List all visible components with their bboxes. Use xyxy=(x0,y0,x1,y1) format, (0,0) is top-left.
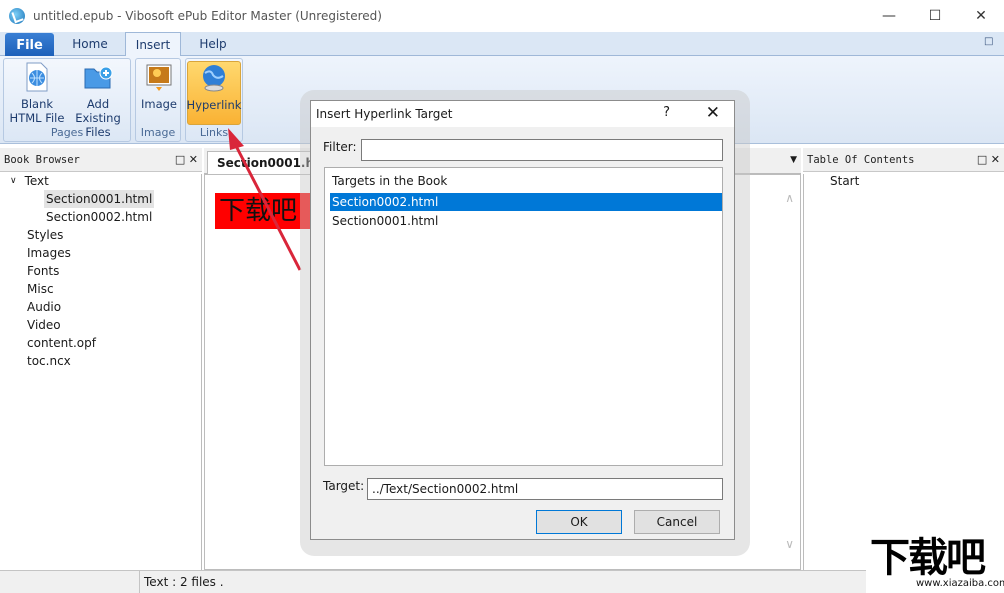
tree-item-section0001[interactable]: Section0001.html xyxy=(44,190,155,208)
targets-list: Targets in the Book Section0002.html Sec… xyxy=(324,167,723,466)
ribbon-group-links: Hyperlink Links xyxy=(185,58,243,142)
dialog-close-icon[interactable]: ✕ xyxy=(706,103,720,123)
editor-red-text-block: 下载吧 xyxy=(215,193,311,229)
book-browser-header: Book Browser □ ✕ xyxy=(0,148,202,172)
tree-item-fonts[interactable]: Fonts xyxy=(25,262,61,280)
maximize-icon: ☐ xyxy=(928,8,942,24)
target-input[interactable]: ../Text/Section0002.html xyxy=(367,478,723,500)
image-icon xyxy=(146,64,172,91)
tree-item-toc-ncx[interactable]: toc.ncx xyxy=(25,352,73,370)
toc-pane: Start xyxy=(803,174,1004,570)
image-group-label: Image xyxy=(140,126,176,139)
links-group-label: Links xyxy=(199,126,229,139)
scroll-down-icon[interactable]: ∨ xyxy=(785,537,794,551)
title-bar: untitled.epub - Vibosoft ePub Editor Mas… xyxy=(0,0,1004,32)
add-line1: Add xyxy=(86,97,110,111)
filter-input[interactable] xyxy=(361,139,723,161)
window-title: untitled.epub - Vibosoft ePub Editor Mas… xyxy=(33,9,382,23)
dialog-title: Insert Hyperlink Target xyxy=(316,107,453,121)
window-controls: — ☐ ✕ xyxy=(866,0,1004,32)
add-folder-icon xyxy=(84,66,113,89)
blank-page-icon xyxy=(26,62,48,92)
book-browser-controls[interactable]: □ ✕ xyxy=(175,153,198,166)
blank-html-file-button[interactable]: Blank HTML File xyxy=(8,61,66,125)
tree-item-label: Text xyxy=(24,174,49,188)
ribbon-group-pages: Blank HTML File Add Existing Files Pages xyxy=(3,58,131,142)
tab-help[interactable]: Help xyxy=(186,32,240,56)
toc-controls[interactable]: □ ✕ xyxy=(977,153,1000,166)
target-item-section0002[interactable]: Section0002.html xyxy=(330,193,722,211)
book-browser-tree: ∨ Text Section0001.html Section0002.html… xyxy=(0,174,202,570)
tab-list-dropdown-icon[interactable]: ▼ xyxy=(790,155,797,165)
image-button[interactable]: Image xyxy=(138,61,180,111)
hyperlink-globe-icon xyxy=(203,65,225,92)
app-icon xyxy=(9,8,25,24)
hyperlink-button-label: Hyperlink xyxy=(186,98,242,112)
close-icon: ✕ xyxy=(975,8,987,24)
target-label: Target: xyxy=(323,479,365,493)
image-button-label: Image xyxy=(140,97,178,111)
ribbon-tab-bar: File Home Insert Help □ xyxy=(0,32,1004,57)
tree-item-section0002[interactable]: Section0002.html xyxy=(44,208,154,226)
tree-item-images[interactable]: Images xyxy=(25,244,73,262)
filter-label: Filter: xyxy=(323,140,357,154)
status-text: Text : 2 files . xyxy=(144,575,224,589)
status-bar: Text : 2 files . xyxy=(0,570,1004,593)
targets-list-header: Targets in the Book xyxy=(332,174,448,188)
hyperlink-button[interactable]: Hyperlink xyxy=(187,61,241,125)
watermark-logo: 下载吧 www.xiazaiba.com xyxy=(866,536,1004,593)
blank-line2: HTML File xyxy=(9,111,65,125)
toc-item-start[interactable]: Start xyxy=(828,172,861,190)
blank-line1: Blank xyxy=(20,97,54,111)
tree-item-video[interactable]: Video xyxy=(25,316,63,334)
pages-group-label: Pages xyxy=(50,126,84,139)
watermark-main: 下载吧 xyxy=(870,535,986,581)
tab-file[interactable]: File xyxy=(5,33,54,57)
chevron-down-icon[interactable]: ∨ xyxy=(10,176,17,186)
close-window-button[interactable]: ✕ xyxy=(958,0,1004,32)
ribbon-group-image: Image Image xyxy=(135,58,181,142)
status-left-cell xyxy=(0,571,140,593)
help-icon[interactable]: ? xyxy=(663,105,670,120)
watermark-url: www.xiazaiba.com xyxy=(916,578,1004,589)
maximize-button[interactable]: ☐ xyxy=(912,0,958,32)
toc-title: Table Of Contents xyxy=(807,153,915,166)
dialog-title-bar: Insert Hyperlink Target ? ✕ xyxy=(311,101,734,127)
target-item-section0001[interactable]: Section0001.html xyxy=(330,212,722,230)
tree-item-text[interactable]: ∨ Text xyxy=(8,172,51,190)
scroll-up-icon[interactable]: ∧ xyxy=(785,191,794,205)
ok-button[interactable]: OK xyxy=(536,510,622,534)
ribbon-collapse-icon[interactable]: □ xyxy=(984,36,998,50)
minimize-button[interactable]: — xyxy=(866,0,912,32)
book-browser-title: Book Browser xyxy=(4,153,80,166)
tree-item-misc[interactable]: Misc xyxy=(25,280,56,298)
insert-hyperlink-dialog: Insert Hyperlink Target ? ✕ Filter: Targ… xyxy=(310,100,735,540)
minimize-icon: — xyxy=(882,8,896,24)
tree-item-audio[interactable]: Audio xyxy=(25,298,63,316)
tree-item-content-opf[interactable]: content.opf xyxy=(25,334,98,352)
tree-item-styles[interactable]: Styles xyxy=(25,226,65,244)
toc-header: Table Of Contents □ ✕ xyxy=(803,148,1004,172)
tab-home[interactable]: Home xyxy=(60,32,120,56)
cancel-button[interactable]: Cancel xyxy=(634,510,720,534)
tab-insert[interactable]: Insert xyxy=(125,32,181,57)
